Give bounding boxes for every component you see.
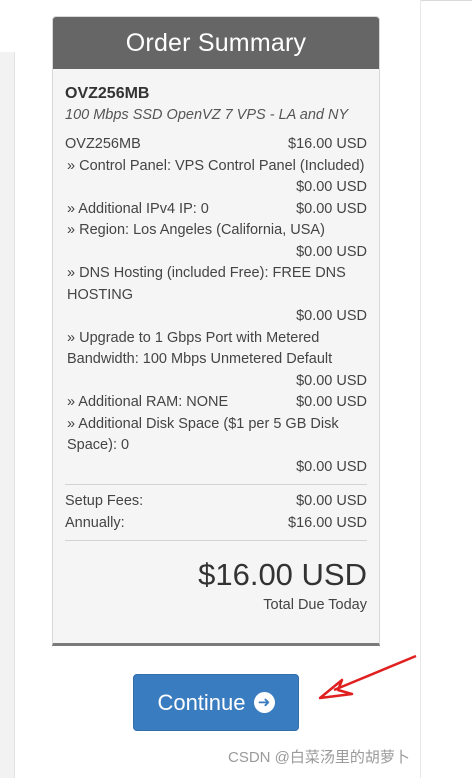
option-label: » Control Panel: VPS Control Panel (Incl… <box>67 157 365 174</box>
watermark-text: CSDN @白菜汤里的胡萝卜 <box>228 749 410 766</box>
total-due-amount: $16.00 USD <box>198 557 367 592</box>
setup-fees-price: $0.00 USD <box>296 493 367 509</box>
continue-button[interactable]: Continue ➜ <box>133 674 299 731</box>
option-row-disk: » Additional Disk Space ($1 per 5 GB Dis… <box>65 414 367 479</box>
order-summary-body: OVZ256MB 100 Mbps SSD OpenVZ 7 VPS - LA … <box>53 69 379 613</box>
option-price: $0.00 USD <box>296 179 367 195</box>
annually-price: $16.00 USD <box>288 514 367 531</box>
option-row-control-panel: » Control Panel: VPS Control Panel (Incl… <box>65 156 367 199</box>
option-price: $0.00 USD <box>296 308 367 324</box>
option-label: » DNS Hosting (included Free): FREE DNS … <box>67 265 346 303</box>
totals-divider <box>65 540 367 541</box>
option-label: » Region: Los Angeles (California, USA) <box>67 222 325 238</box>
left-panel <box>0 52 15 778</box>
product-name: OVZ256MB <box>65 85 150 102</box>
option-label: » Additional RAM: NONE <box>67 394 229 410</box>
continue-label: Continue <box>157 689 246 715</box>
arrow-circle-right-icon: ➜ <box>253 692 275 713</box>
base-product-price: $16.00 USD <box>288 136 367 152</box>
total-block: $16.00 USD Total Due Today <box>65 555 367 613</box>
option-price: $0.00 USD <box>296 394 367 410</box>
red-arrow-annotation-icon <box>318 654 417 700</box>
total-due-caption: Total Due Today <box>263 597 367 613</box>
order-summary-card: Order Summary OVZ256MB 100 Mbps SSD Open… <box>52 16 380 646</box>
option-label: » Upgrade to 1 Gbps Port with Metered Ba… <box>67 329 333 368</box>
option-row-port: » Upgrade to 1 Gbps Port with Metered Ba… <box>65 328 367 393</box>
option-row-dns: » DNS Hosting (included Free): FREE DNS … <box>65 263 367 328</box>
order-summary-header: Order Summary <box>53 17 379 69</box>
product-description: 100 Mbps SSD OpenVZ 7 VPS - LA and NY <box>65 107 349 123</box>
annually-row: Annually: $16.00 USD <box>65 513 367 535</box>
option-price: $0.00 USD <box>296 200 367 217</box>
annually-label: Annually: <box>65 514 125 531</box>
top-divider <box>420 0 472 1</box>
setup-fees-row: Setup Fees: $0.00 USD <box>65 491 367 513</box>
base-product-row: OVZ256MB $16.00 USD <box>65 134 367 156</box>
option-row-region: » Region: Los Angeles (California, USA) … <box>65 220 367 263</box>
option-price: $0.00 USD <box>296 372 367 389</box>
option-label: » Additional IPv4 IP: 0 <box>67 200 209 217</box>
option-label: » Additional Disk Space ($1 per 5 GB Dis… <box>67 415 339 454</box>
option-row-ipv4: » Additional IPv4 IP: 0 $0.00 USD <box>65 199 367 221</box>
option-row-ram: » Additional RAM: NONE $0.00 USD <box>65 392 367 414</box>
option-price: $0.00 USD <box>296 243 367 260</box>
base-product-label: OVZ256MB <box>65 136 141 152</box>
setup-fees-label: Setup Fees: <box>65 493 144 509</box>
annotation-arrow-shaft <box>333 654 417 692</box>
option-price: $0.00 USD <box>296 458 367 475</box>
summary-divider <box>65 484 367 485</box>
